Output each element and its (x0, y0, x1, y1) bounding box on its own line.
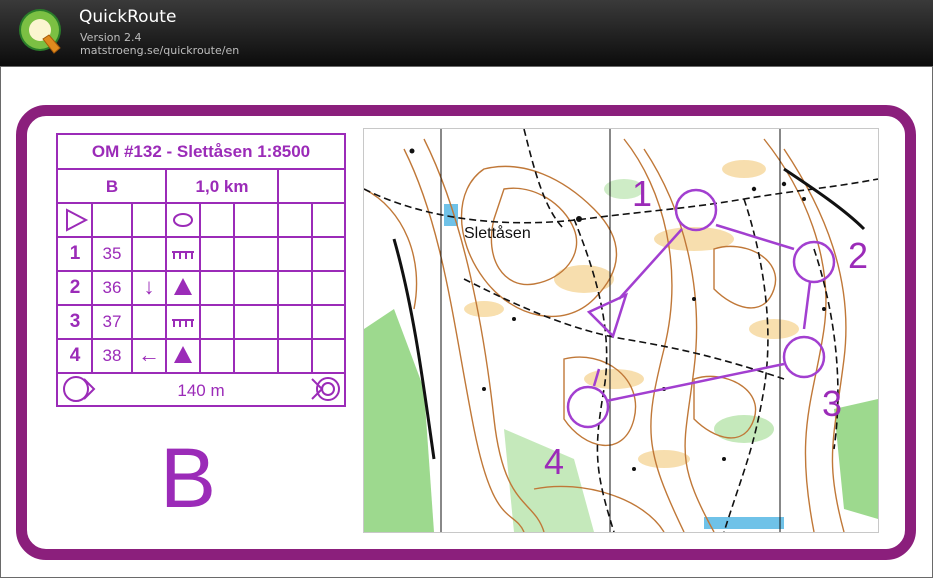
direction-arrow-icon: ↓ (143, 274, 155, 299)
control-circle-2 (792, 240, 836, 284)
control-number: 3 (69, 311, 81, 332)
start-triangle-icon (586, 292, 629, 339)
course-code: B (105, 177, 119, 196)
map-control-number: 4 (544, 441, 565, 482)
control-number: 1 (69, 243, 81, 264)
direction-arrow-icon: ← (138, 342, 160, 367)
control-circle-4 (566, 385, 610, 429)
finish-circle-icon (311, 377, 340, 401)
course-title: OM #132 - Slettåsen 1:8500 (91, 142, 311, 161)
app-title: QuickRoute (79, 7, 177, 27)
course-length: 1,0 km (195, 177, 249, 196)
title-bar: QuickRoute Version 2.4 matstroeng.se/qui… (0, 0, 933, 66)
quickroute-logo-icon (19, 9, 61, 54)
app-version: Version 2.4 (80, 31, 142, 44)
control-circle-1 (674, 188, 718, 232)
boulder-triangle-icon (174, 278, 192, 295)
control-code: 35 (102, 244, 122, 263)
control-code: 38 (102, 346, 122, 365)
ruined-fence-icon (172, 319, 194, 327)
control-number: 2 (69, 277, 81, 298)
map-control-number: 3 (822, 383, 843, 424)
course-letter: B (160, 431, 217, 525)
map-control-number: 2 (848, 235, 869, 276)
finish-distance: 140 m (177, 381, 225, 400)
start-triangle-icon (66, 208, 89, 232)
control-description-sheet: OM #132 - Slettåsen 1:8500 B 1,0 km 1 35… (56, 133, 346, 407)
boulder-triangle-icon (174, 346, 192, 363)
app-url-link[interactable]: matstroeng.se/quickroute/en (80, 44, 239, 57)
control-code: 37 (102, 312, 122, 331)
map-graphics (364, 129, 878, 532)
control-number: 4 (69, 345, 81, 366)
ruined-fence-icon (172, 251, 194, 259)
map-control-number: 1 (632, 173, 653, 214)
finish-leg-icon (63, 376, 96, 402)
area-ellipse-icon (173, 213, 193, 227)
map-place-label: Slettåsen (464, 225, 531, 242)
control-code: 36 (102, 278, 122, 297)
control-circle-3 (782, 335, 826, 379)
orienteering-map[interactable]: Slettåsen 1 2 3 4 (363, 128, 879, 533)
